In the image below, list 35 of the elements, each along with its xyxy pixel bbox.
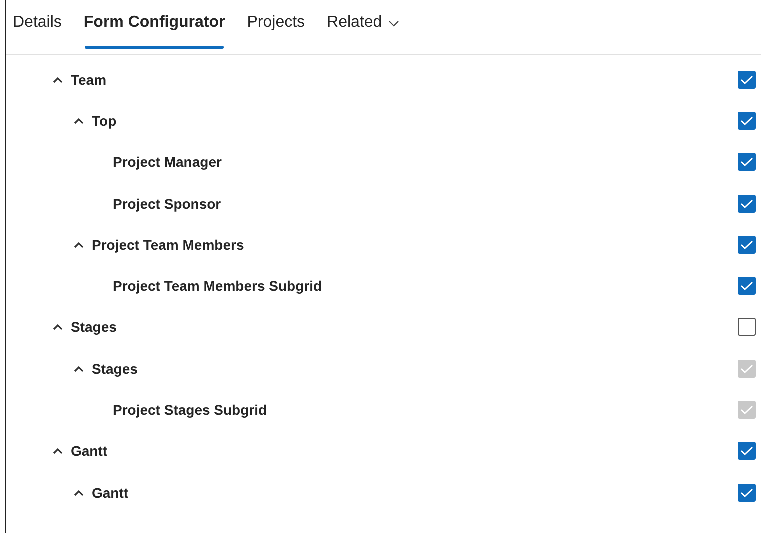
tree-item-label: Top	[92, 112, 117, 129]
tab[interactable]: Details	[7, 0, 73, 54]
tree-item-label: Project Stages Subgrid	[113, 402, 268, 418]
tree-item-label: Gantt	[92, 484, 129, 501]
check-icon	[740, 488, 754, 498]
checkbox[interactable]	[738, 484, 756, 502]
check-icon	[740, 281, 754, 292]
tree-item-label: Stages	[92, 360, 138, 377]
check-icon	[740, 240, 754, 250]
checkbox[interactable]	[738, 442, 756, 460]
tab[interactable]: Projects	[236, 0, 316, 54]
chevron-down-icon	[388, 20, 400, 28]
check-icon	[740, 198, 754, 209]
check-icon	[740, 157, 754, 168]
checkbox[interactable]	[738, 112, 756, 130]
tree-item-label: Gantt	[71, 443, 108, 460]
check-icon	[740, 405, 754, 416]
tree-item-label: Project Sponsor	[113, 196, 222, 212]
tree-item-label: Project Team Members Subgrid	[113, 278, 322, 294]
checkbox[interactable]	[738, 318, 756, 336]
tree-item-label: Project Team Members	[92, 236, 244, 253]
checkbox[interactable]	[738, 236, 756, 254]
check-icon	[740, 446, 754, 456]
checkbox[interactable]	[738, 277, 756, 296]
tree-item-label: Team	[71, 72, 107, 88]
checkbox[interactable]	[738, 153, 756, 172]
check-icon	[740, 364, 754, 374]
checkbox[interactable]	[738, 194, 756, 213]
tree-item-label: Stages	[71, 319, 117, 336]
tab[interactable]: Related	[316, 0, 412, 54]
tab[interactable]: Form Configurator	[72, 0, 236, 54]
check-icon	[740, 74, 754, 85]
tree-item-label: Project Manager	[113, 154, 222, 170]
checkbox[interactable]	[738, 70, 756, 89]
check-icon	[740, 116, 754, 126]
